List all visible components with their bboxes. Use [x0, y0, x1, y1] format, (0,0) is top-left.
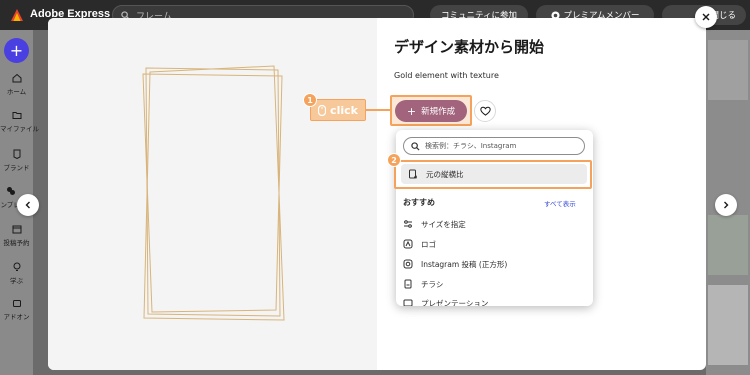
option-instagram-square[interactable]: Instagram 投稿 (正方形): [403, 257, 507, 271]
sidebar-item-label: 学ぶ: [10, 277, 23, 285]
sidebar-item-label: マイファイル: [0, 125, 39, 133]
click-text: click: [330, 103, 358, 117]
search-icon: [411, 141, 420, 151]
favorite-button[interactable]: [474, 100, 496, 122]
step1-connector-line: [366, 109, 391, 111]
chevron-right-icon: [724, 201, 729, 209]
option-presentation[interactable]: プレゼンテーション: [403, 296, 488, 306]
sidebar-item-label: ホーム: [6, 88, 27, 96]
heart-icon: [479, 106, 491, 116]
recommended-heading: おすすめ: [403, 198, 435, 207]
modal-subtitle: Gold element with texture: [394, 71, 499, 80]
next-button[interactable]: [715, 194, 737, 216]
flyer-icon: [404, 279, 412, 289]
size-search-placeholder: 検索例：チラシ、Instagram: [425, 142, 517, 150]
sidebar-item-schedule[interactable]: 投稿予約: [0, 224, 33, 247]
close-icon: [702, 13, 710, 21]
plus-icon: +: [406, 104, 417, 118]
sidebar-item-label: ブランド: [3, 164, 30, 172]
background-thumbnail: [708, 215, 748, 275]
see-all-link[interactable]: すべて表示: [544, 198, 576, 208]
step2-badge: 2: [387, 153, 401, 167]
presentation-icon: [403, 299, 413, 306]
home-icon: [12, 73, 21, 83]
sidebar-item-label: 投稿予約: [3, 239, 30, 247]
addon-icon: [12, 300, 21, 307]
sidebar-item-learn[interactable]: 学ぶ: [0, 262, 33, 285]
option-label: チラシ: [421, 279, 444, 289]
option-label: サイズを指定: [421, 219, 466, 229]
templates-icon: [6, 187, 15, 195]
adobe-express-logo[interactable]: [10, 8, 24, 22]
close-modal-button[interactable]: [695, 6, 717, 28]
mouse-icon: [318, 104, 327, 116]
aspect-option-highlight: [394, 160, 592, 189]
brand-icon: [13, 149, 20, 159]
calendar-icon: [12, 225, 21, 234]
sidebar-item-label: アドオン: [3, 313, 30, 321]
template-modal: デザイン素材から開始 Gold element with texture + 新…: [48, 18, 706, 370]
sidebar-item-addons[interactable]: アドオン: [0, 298, 33, 321]
option-flyer[interactable]: チラシ: [403, 277, 443, 291]
option-logo[interactable]: ロゴ: [403, 237, 436, 251]
option-label: プレゼンテーション: [421, 298, 489, 307]
folder-icon: [12, 112, 21, 119]
chevron-left-icon: [25, 201, 30, 209]
option-label: Instagram 投稿 (正方形): [421, 259, 508, 269]
instagram-icon: [403, 259, 413, 269]
bulb-icon: [13, 262, 20, 271]
background-thumbnail: [708, 40, 748, 100]
sliders-icon: [404, 220, 412, 228]
sidebar-item-brand[interactable]: ブランド: [0, 149, 33, 172]
logo-icon: [403, 239, 413, 249]
create-new-fab[interactable]: +: [4, 38, 29, 63]
modal-title: デザイン素材から開始: [394, 38, 545, 56]
option-label: ロゴ: [421, 239, 436, 249]
design-preview: [48, 18, 377, 370]
step1-badge: 1: [303, 93, 317, 107]
background-thumbnail: [708, 285, 748, 365]
option-custom-size[interactable]: サイズを指定: [403, 217, 466, 231]
size-search-input[interactable]: 検索例：チラシ、Instagram: [403, 137, 585, 155]
create-size-dropdown: 検索例：チラシ、Instagram 元の縦横比 おすすめ すべて表示 サイズを指…: [396, 130, 593, 306]
sidebar-item-home[interactable]: ホーム: [0, 73, 33, 96]
sidebar-item-my-files[interactable]: マイファイル: [0, 110, 39, 133]
step1-click-callout: click: [310, 99, 366, 121]
gold-frame-image: [142, 65, 285, 321]
create-new-button[interactable]: + 新規作成: [395, 100, 467, 122]
previous-button[interactable]: [17, 194, 39, 216]
create-button-label: 新規作成: [421, 107, 456, 117]
